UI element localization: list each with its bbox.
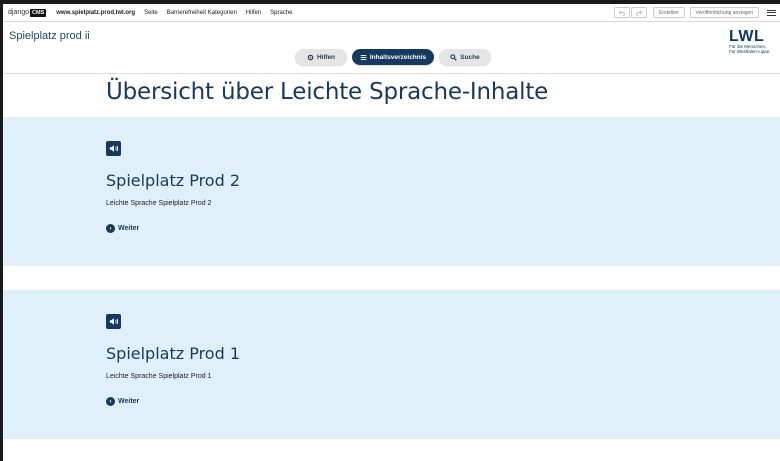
site-header: Spielplatz prod ii Hilfen Inhaltsverzeic… [3,22,780,74]
audio-play-button[interactable] [106,314,121,329]
lwl-logo-claim-line2: Für Westfalen-Lippe. [729,49,771,54]
create-button[interactable]: Erstellen [653,7,685,18]
content-card: Spielplatz Prod 2 Leichte Sprache Spielp… [3,117,780,266]
redo-button[interactable] [631,7,648,18]
weiter-link[interactable]: › Weiter [106,224,139,233]
nav-suche-button[interactable]: Suche [439,49,491,65]
toolbar-domain-link[interactable]: www.spielplatz.prod.lwl.org [56,10,135,16]
nav-hilfen-button[interactable]: Hilfen [295,49,347,65]
search-icon [450,53,457,61]
browser-viewport: django CMS www.spielplatz.prod.lwl.org S… [3,4,780,461]
weiter-link-label: Weiter [118,225,140,232]
content-card: Spielplatz Prod 1 Leichte Sprache Spielp… [3,290,780,439]
cms-toolbar: django CMS www.spielplatz.prod.lwl.org S… [3,4,780,22]
undo-button[interactable] [614,7,631,18]
speaker-icon [109,145,118,152]
view-published-button[interactable]: Veröffentlichung anzeigen [689,7,759,18]
toolbar-menu-hilfen[interactable]: Hilfen [246,10,261,16]
gear-icon [307,54,314,60]
speaker-icon [109,318,118,325]
site-title[interactable]: Spielplatz prod ii [9,30,90,42]
undo-icon [619,10,625,16]
chevron-right-icon: › [106,397,115,406]
page-title: Übersicht über Leichte Sprache-Inhalte [106,79,549,105]
list-icon [360,54,367,60]
lwl-logo-word: LWL [729,28,765,45]
card-description: Leichte Sprache Spielplatz Prod 2 [106,200,212,207]
hamburger-menu-icon[interactable] [767,9,776,16]
nav-hilfen-label: Hilfen [316,53,336,61]
card-title[interactable]: Spielplatz Prod 1 [106,344,240,363]
weiter-link-label: Weiter [118,398,140,405]
card-description: Leichte Sprache Spielplatz Prod 1 [106,373,212,380]
toolbar-menu-sprache[interactable]: Sprache [270,10,292,16]
audio-play-button[interactable] [106,141,121,156]
chevron-right-icon: › [106,224,115,233]
lwl-logo[interactable]: LWL Für die Menschen. Für Westfalen-Lipp… [729,28,775,55]
logo-django-text: django [8,9,30,16]
nav-inhaltsverzeichnis-label: Inhaltsverzeichnis [369,53,427,61]
redo-icon [636,10,643,16]
django-cms-logo[interactable]: django CMS [8,8,47,17]
weiter-link[interactable]: › Weiter [106,397,139,406]
logo-cms-text: CMS [30,8,47,17]
card-title[interactable]: Spielplatz Prod 2 [106,171,240,190]
nav-inhaltsverzeichnis-button[interactable]: Inhaltsverzeichnis [352,49,434,65]
main-navigation: Hilfen Inhaltsverzeichnis Suche [295,49,491,65]
toolbar-menu-seite[interactable]: Seite [144,10,158,16]
toolbar-menu-barrierefreiheit[interactable]: Barrierefreiheit Kategorien [167,10,237,16]
nav-suche-label: Suche [460,53,480,61]
